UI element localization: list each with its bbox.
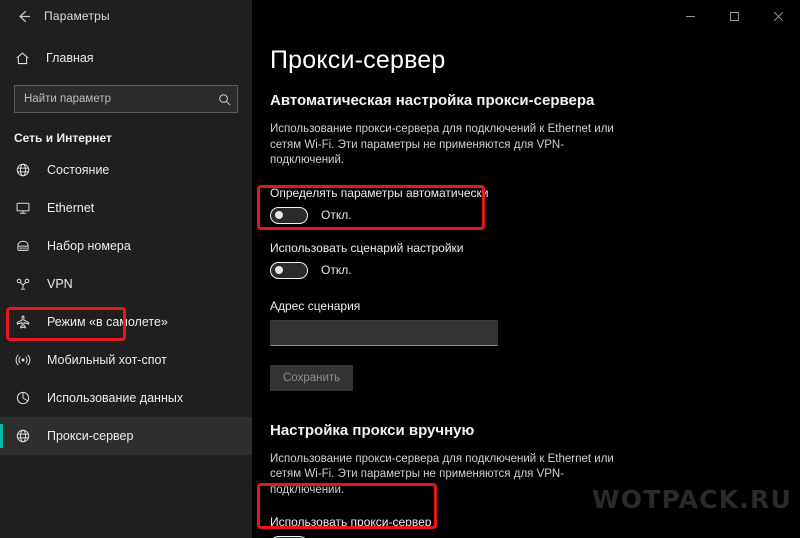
sidebar-item-dialup[interactable]: Набор номера: [0, 227, 252, 265]
auto-section-description: Использование прокси-сервера для подключ…: [270, 123, 614, 166]
sidebar-item-airplane-mode[interactable]: Режим «в самолете»: [0, 303, 252, 341]
auto-detect-label: Определять параметры автоматически: [270, 185, 489, 200]
sidebar-home-label: Главная: [46, 51, 94, 65]
sidebar-item-label: Ethernet: [47, 201, 95, 215]
sidebar-item-proxy[interactable]: Прокси-сервер: [0, 417, 252, 455]
ethernet-monitor-icon: [14, 200, 31, 217]
app-title: Параметры: [44, 9, 110, 23]
sidebar-item-ethernet[interactable]: Ethernet: [0, 189, 252, 227]
window-controls: [668, 0, 800, 32]
sidebar-item-vpn[interactable]: VPN: [0, 265, 252, 303]
use-proxy-label: Использовать прокси-сервер: [270, 515, 432, 529]
back-arrow-icon[interactable]: [14, 7, 32, 25]
auto-detect-state: Откл.: [321, 208, 352, 222]
sidebar-item-home[interactable]: Главная: [0, 42, 252, 74]
maximize-icon[interactable]: [712, 0, 756, 32]
sidebar-item-label: Использование данных: [47, 391, 184, 405]
script-address-label: Адрес сценария: [270, 298, 361, 313]
script-address-input[interactable]: [270, 319, 498, 346]
search-icon[interactable]: [217, 92, 231, 106]
minimize-icon[interactable]: [668, 0, 712, 32]
use-script-toggle[interactable]: [270, 261, 308, 279]
title-bar-left: Параметры: [0, 0, 252, 32]
manual-section-heading: Настройка прокси вручную: [270, 421, 475, 439]
search-box[interactable]: [14, 85, 238, 113]
sidebar-item-label: Мобильный хот-спот: [47, 353, 167, 367]
sidebar-nav: Состояние Ethernet Набор номера VPN Режи…: [0, 151, 252, 455]
manual-section-description: Использование прокси-сервера для подключ…: [270, 452, 614, 496]
hotspot-signal-icon: [14, 352, 31, 369]
toggle-knob: [275, 266, 283, 274]
sidebar-item-status[interactable]: Состояние: [0, 151, 252, 189]
title-bar: Параметры: [0, 0, 800, 32]
auto-detect-toggle[interactable]: [270, 206, 308, 224]
close-icon[interactable]: [756, 0, 800, 32]
use-script-setting: Использовать сценарий настройки Откл.: [270, 241, 800, 279]
dialup-phone-icon: [14, 238, 31, 255]
airplane-icon: [14, 314, 31, 331]
use-proxy-setting: Использовать прокси-сервер Откл.: [270, 515, 800, 538]
data-usage-pie-icon: [14, 390, 31, 407]
use-script-label: Использовать сценарий настройки: [270, 240, 464, 255]
window-body: Главная Сеть и Интернет: [0, 32, 800, 538]
sidebar: Главная Сеть и Интернет: [0, 32, 252, 538]
search-input[interactable]: [24, 93, 217, 105]
sidebar-item-label: Набор номера: [47, 239, 131, 253]
sidebar-item-mobile-hotspot[interactable]: Мобильный хот-спот: [0, 341, 252, 379]
sidebar-group-title: Сеть и Интернет: [14, 131, 112, 145]
status-globe-icon: [14, 162, 31, 179]
sidebar-item-label: Режим «в самолете»: [47, 315, 168, 329]
main-content: Прокси-сервер Автоматическая настройка п…: [252, 32, 800, 538]
home-icon: [14, 50, 30, 66]
auto-detect-toggle-row: Откл.: [270, 206, 800, 224]
sidebar-item-label: Состояние: [47, 163, 110, 177]
sidebar-item-label: Прокси-сервер: [47, 429, 134, 443]
use-script-state: Откл.: [321, 263, 352, 277]
sidebar-item-label: VPN: [47, 277, 73, 291]
page-title: Прокси-сервер: [270, 46, 446, 74]
use-script-toggle-row: Откл.: [270, 261, 800, 279]
vpn-icon: [14, 276, 31, 293]
settings-window: Параметры Главная Найти параметр Сеть и …: [0, 0, 800, 538]
save-button[interactable]: Сохранить: [270, 364, 354, 391]
sidebar-item-data-usage[interactable]: Использование данных: [0, 379, 252, 417]
watermark: WOTPACK.RU: [591, 485, 792, 514]
toggle-knob: [275, 211, 283, 219]
title-bar-drag-region: [252, 0, 668, 32]
proxy-globe-icon: [14, 428, 31, 445]
auto-section-heading: Автоматическая настройка прокси-сервера: [270, 92, 595, 109]
auto-detect-setting: Определять параметры автоматически Откл.: [270, 186, 800, 224]
